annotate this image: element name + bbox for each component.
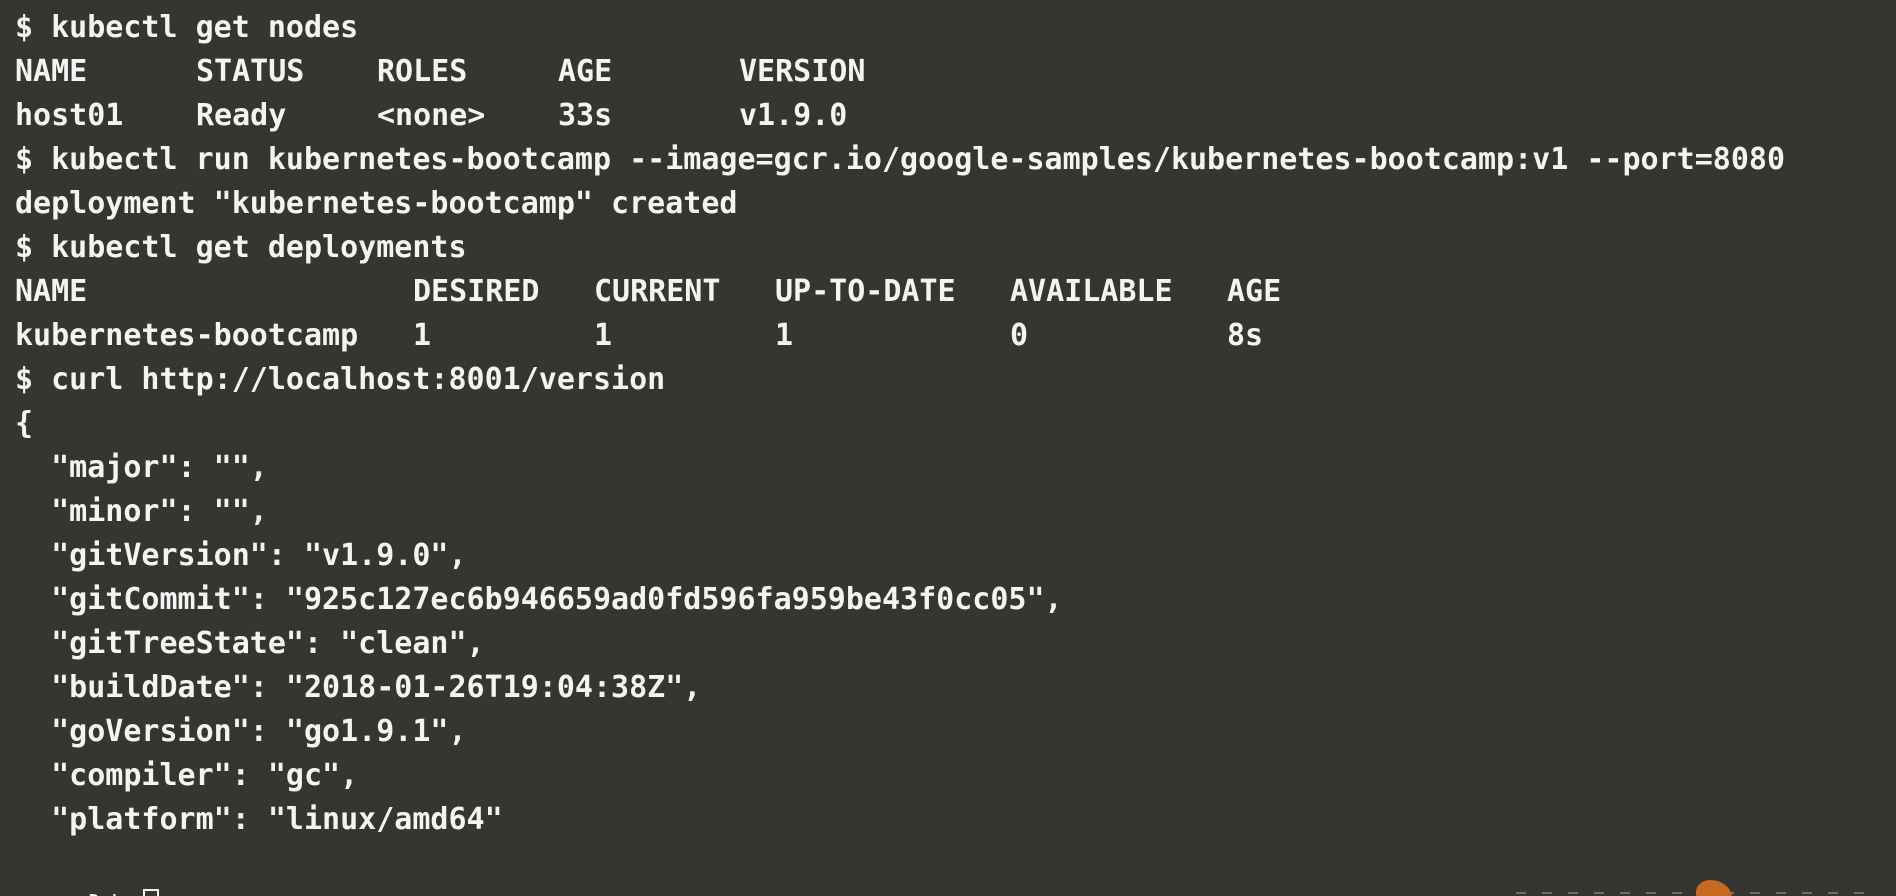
table-cell: 1 — [413, 318, 432, 353]
json-output-line: "gitTreeState": "clean", — [15, 626, 485, 661]
fox-logo-icon — [1696, 880, 1732, 896]
terminal-window[interactable]: $ kubectl get nodes NAME STATUS ROLES AG… — [0, 0, 1896, 896]
column-header: NAME — [15, 54, 88, 89]
command-output: deployment "kubernetes-bootcamp" created — [15, 186, 738, 221]
json-output-line: "buildDate": "2018-01-26T19:04:38Z", — [15, 670, 702, 705]
column-header: AGE — [558, 54, 613, 89]
json-output-line: { — [15, 406, 34, 441]
json-output-line: "platform": "linux/amd64" — [15, 802, 503, 837]
json-output-line: "compiler": "gc", — [15, 758, 359, 793]
column-header: AVAILABLE — [1010, 274, 1173, 309]
column-header: STATUS — [196, 54, 305, 89]
watermark-logo — [1516, 874, 1876, 896]
column-header: ROLES — [377, 54, 468, 89]
nodes-table-header: NAME STATUS ROLES AGE VERSION — [15, 50, 1896, 94]
column-header: NAME — [15, 274, 88, 309]
command-line: $ kubectl get deployments — [15, 230, 467, 265]
deployments-table-row: kubernetes-bootcamp 1 1 1 0 8s — [15, 314, 1896, 358]
column-header: AGE — [1227, 274, 1282, 309]
deployments-table-header: NAME DESIRED CURRENT UP-TO-DATE AVAILABL… — [15, 270, 1896, 314]
json-output-line: "major": "", — [15, 450, 268, 485]
nodes-table-row: host01 Ready <none> 33s v1.9.0 — [15, 94, 1896, 138]
json-output-line: "gitCommit": "925c127ec6b946659ad0fd596f… — [15, 582, 1063, 617]
command-line: $ curl http://localhost:8001/version — [15, 362, 666, 397]
column-header: VERSION — [739, 54, 866, 89]
json-output-line: "gitVersion": "v1.9.0", — [15, 538, 467, 573]
table-cell: 33s — [558, 98, 613, 133]
table-cell: 0 — [1010, 318, 1029, 353]
command-line: $ kubectl get nodes — [15, 10, 359, 45]
table-cell: 1 — [594, 318, 613, 353]
table-cell: <none> — [377, 98, 486, 133]
json-output-line: "minor": "", — [15, 494, 268, 529]
column-header: UP-TO-DATE — [775, 274, 956, 309]
column-header: CURRENT — [594, 274, 721, 309]
text-cursor[interactable] — [143, 889, 160, 896]
shell-prompt: }$ — [87, 890, 141, 896]
table-cell: v1.9.0 — [739, 98, 848, 133]
table-cell: 1 — [775, 318, 794, 353]
command-line: $ kubectl run kubernetes-bootcamp --imag… — [15, 142, 1786, 177]
table-cell: Ready — [196, 98, 287, 133]
json-output-line: "goVersion": "go1.9.1", — [15, 714, 467, 749]
column-header: DESIRED — [413, 274, 540, 309]
table-cell: kubernetes-bootcamp — [15, 318, 359, 353]
table-cell: host01 — [15, 98, 124, 133]
table-cell: 8s — [1227, 318, 1264, 353]
